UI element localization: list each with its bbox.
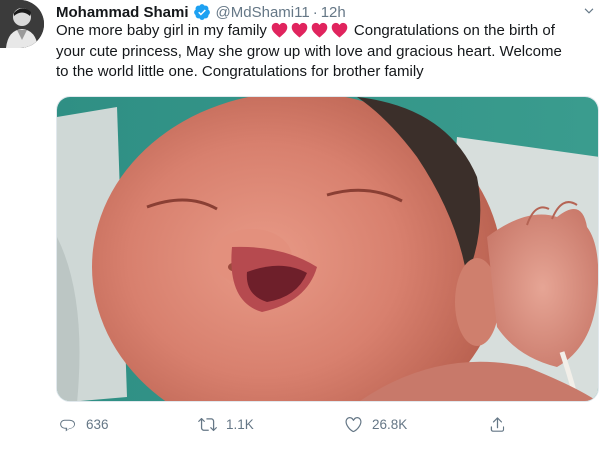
reply-icon	[60, 419, 76, 431]
author-handle[interactable]: @MdShami11	[216, 4, 310, 21]
retweet-button[interactable]: 1.1K	[198, 415, 254, 434]
like-icon	[345, 416, 362, 432]
author-name[interactable]: Mohammad Shami	[56, 4, 189, 21]
heart-emoji-icon	[271, 22, 288, 38]
tweet-media-photo[interactable]	[56, 96, 599, 402]
reply-button[interactable]: 636	[58, 415, 109, 434]
avatar[interactable]	[0, 0, 44, 48]
share-button[interactable]	[488, 415, 516, 434]
tweet-text-line-1: One more baby girl in my family Congratul…	[56, 21, 600, 42]
tweet-header: Mohammad Shami @MdShami11 · 12h	[56, 2, 346, 22]
heart-emoji-icon	[331, 22, 348, 38]
tweet-text-line-1-suffix: Congratulations on the birth of	[353, 22, 555, 39]
tweet-actions: 636 1.1K 26.8K	[56, 412, 516, 436]
like-button[interactable]: 26.8K	[344, 415, 407, 434]
separator-dot: ·	[312, 3, 318, 21]
chevron-down-icon[interactable]	[578, 2, 600, 20]
tweet-text-line-1-prefix: One more baby girl in my family	[56, 22, 267, 39]
verified-badge-icon	[193, 3, 211, 21]
tweet-text-line-3: to the world little one. Congratulations…	[56, 63, 424, 80]
heart-emoji-group	[271, 22, 348, 38]
tweet[interactable]: Mohammad Shami @MdShami11 · 12h One more…	[0, 0, 600, 450]
tweet-timestamp[interactable]: 12h	[321, 4, 346, 21]
reply-count: 636	[86, 416, 109, 432]
tweet-text: One more baby girl in my family Congratul…	[56, 21, 600, 83]
tweet-text-line-2: your cute princess, May she grow up with…	[56, 42, 562, 60]
retweet-icon	[198, 417, 217, 431]
retweet-count: 1.1K	[226, 416, 254, 432]
heart-emoji-icon	[291, 22, 308, 38]
like-count: 26.8K	[372, 416, 408, 432]
heart-emoji-icon	[311, 22, 328, 38]
share-icon	[490, 416, 505, 432]
